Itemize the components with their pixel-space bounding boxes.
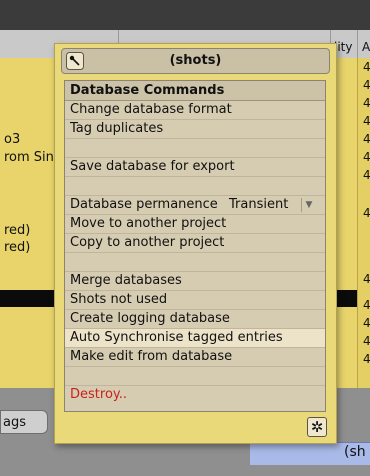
table-cell-text: rom Sin <box>4 150 54 165</box>
popup-title-bar[interactable]: (shots) <box>61 48 330 74</box>
permanence-select[interactable]: Transient <box>223 196 311 214</box>
permanence-label: Database permanence <box>70 197 218 212</box>
menu-item-auto-sync[interactable]: Auto Synchronise tagged entries <box>65 329 325 348</box>
menu-spacer <box>65 367 325 386</box>
table-cell-number: 4 <box>363 206 370 220</box>
table-cell-text: o3 <box>4 132 21 147</box>
column-header-a[interactable]: A <box>362 40 370 54</box>
table-cell-number: 4 <box>363 272 370 286</box>
table-cell-number: 4 <box>363 316 370 330</box>
command-menu: Database Commands Change database format… <box>64 80 326 412</box>
popup-title: (shots) <box>169 53 222 68</box>
menu-item-logging-db[interactable]: Create logging database <box>65 310 325 329</box>
menu-spacer <box>65 139 325 158</box>
menu-item-tag-duplicates[interactable]: Tag duplicates <box>65 120 325 139</box>
menu-item-merge[interactable]: Merge databases <box>65 272 325 291</box>
table-cell-number: 4 <box>363 60 370 74</box>
header-divider <box>357 30 358 58</box>
menu-spacer <box>65 177 325 196</box>
tab-tags[interactable]: ags <box>0 410 48 434</box>
menu-item-destroy[interactable]: Destroy.. <box>65 386 325 405</box>
menu-item-permanence[interactable]: Database permanence Transient ▼ <box>65 196 325 215</box>
chevron-down-icon[interactable]: ▼ <box>301 198 316 212</box>
bottom-bar-label: (sh <box>344 444 366 460</box>
table-cell-number: 4 <box>363 352 370 366</box>
table-cell-number: 4 <box>363 114 370 128</box>
menu-heading: Database Commands <box>65 81 325 101</box>
table-cell-number: 4 <box>363 168 370 182</box>
table-cell-number: 4 <box>363 150 370 164</box>
menu-item-change-format[interactable]: Change database format <box>65 101 325 120</box>
database-commands-popup: (shots) Database Commands Change databas… <box>54 43 337 444</box>
selected-table-row[interactable] <box>0 290 60 307</box>
table-cell-text: red) <box>4 240 31 255</box>
menu-item-copy-project[interactable]: Copy to another project <box>65 234 325 253</box>
menu-spacer <box>65 253 325 272</box>
table-cell-number: 4 <box>363 132 370 146</box>
table-cell-number: 4 <box>363 78 370 92</box>
menu-item-save-export[interactable]: Save database for export <box>65 158 325 177</box>
star-icon[interactable]: ✲ <box>307 417 327 437</box>
menu-item-make-edit[interactable]: Make edit from database <box>65 348 325 367</box>
table-cell-number: 4 <box>363 334 370 348</box>
table-cell-number: 4 <box>363 96 370 110</box>
menu-item-move-project[interactable]: Move to another project <box>65 215 325 234</box>
app-top-bar <box>0 0 370 30</box>
table-cell-number: 4 <box>363 298 370 312</box>
menu-item-shots-not-used[interactable]: Shots not used <box>65 291 325 310</box>
table-cell-text: red) <box>4 223 31 238</box>
